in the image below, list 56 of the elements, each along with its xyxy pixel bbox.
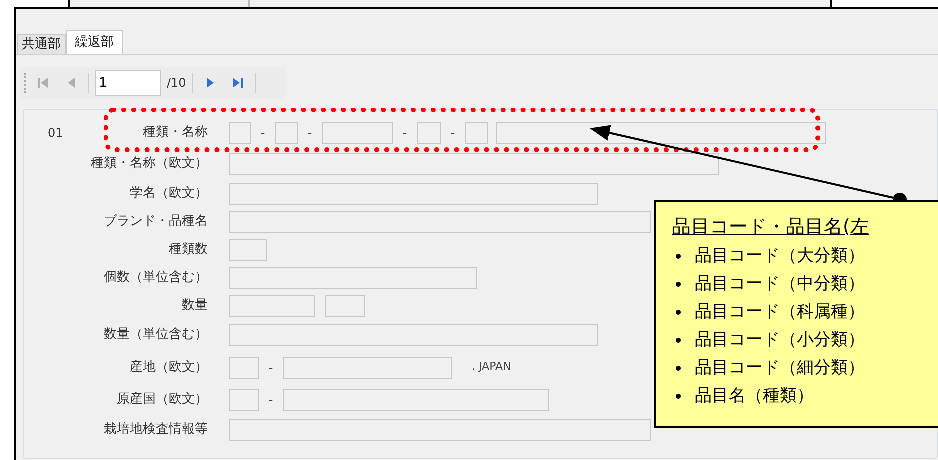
input-field[interactable] — [229, 122, 251, 144]
input-field[interactable] — [229, 152, 719, 174]
page-field[interactable]: 1 — [95, 70, 161, 96]
page-total: /10 — [167, 75, 186, 92]
input-field[interactable] — [229, 324, 598, 346]
input-field[interactable] — [322, 122, 393, 144]
bullet-icon — [676, 366, 681, 370]
field-label: 数量 — [182, 297, 208, 316]
field-label: 栽培地検査情報等 — [104, 421, 208, 440]
input-field[interactable] — [229, 295, 315, 317]
field-label: ブランド・品種名 — [104, 213, 208, 232]
record-number: 01 — [48, 126, 64, 140]
tab[interactable]: 共通部 — [17, 34, 66, 54]
input-field[interactable] — [229, 389, 259, 411]
bullet-icon — [676, 254, 681, 258]
input-field[interactable] — [283, 389, 549, 411]
callout-item: 品目コード（科属種） — [695, 301, 865, 324]
dash: - — [268, 360, 274, 376]
dash: - — [450, 125, 456, 142]
input-field[interactable] — [283, 356, 452, 378]
field-label: 原産国（欧文） — [117, 391, 208, 410]
dash: - — [308, 125, 312, 142]
last-page-icon[interactable] — [231, 76, 246, 90]
dash: - — [260, 125, 266, 142]
callout-item: 品目名（種類） — [695, 385, 814, 408]
bullet-icon — [676, 282, 681, 286]
tab[interactable]: 繰返部 — [66, 30, 123, 54]
field-label: 学名（欧文） — [130, 184, 208, 203]
bullet-icon — [676, 338, 681, 342]
input-field[interactable] — [496, 122, 826, 144]
input-field[interactable] — [465, 122, 488, 144]
input-field[interactable] — [417, 122, 441, 144]
input-field[interactable] — [229, 356, 259, 378]
input-field[interactable] — [229, 211, 651, 233]
callout-item: 品目コード（小分類） — [695, 329, 865, 352]
suffix-text: . JAPAN — [472, 359, 512, 376]
callout-item: 品目コード（中分類） — [695, 273, 865, 296]
bullet-icon — [676, 394, 681, 398]
bullet-icon — [676, 310, 681, 314]
callout-item: 品目コード（大分類） — [695, 245, 865, 268]
callout-item: 品目コード（細分類） — [695, 357, 865, 380]
input-field[interactable] — [275, 122, 298, 144]
dash: - — [268, 392, 274, 409]
field-label: 種類・名称 — [143, 124, 208, 142]
field-label: 数量（単位含む） — [104, 326, 208, 344]
field-label: 種類・名称（欧文） — [91, 154, 208, 173]
input-field[interactable] — [229, 419, 651, 441]
input-field[interactable] — [325, 295, 365, 317]
dash: - — [402, 125, 408, 142]
input-field[interactable] — [229, 239, 267, 261]
input-field[interactable] — [229, 267, 477, 289]
input-field[interactable] — [229, 182, 598, 204]
field-label: 種類数 — [169, 241, 208, 260]
field-label: 個数（単位含む） — [104, 269, 208, 288]
field-label: 産地（欧文） — [130, 358, 208, 377]
callout-title: 品目コード・品目名(左 — [672, 215, 870, 240]
